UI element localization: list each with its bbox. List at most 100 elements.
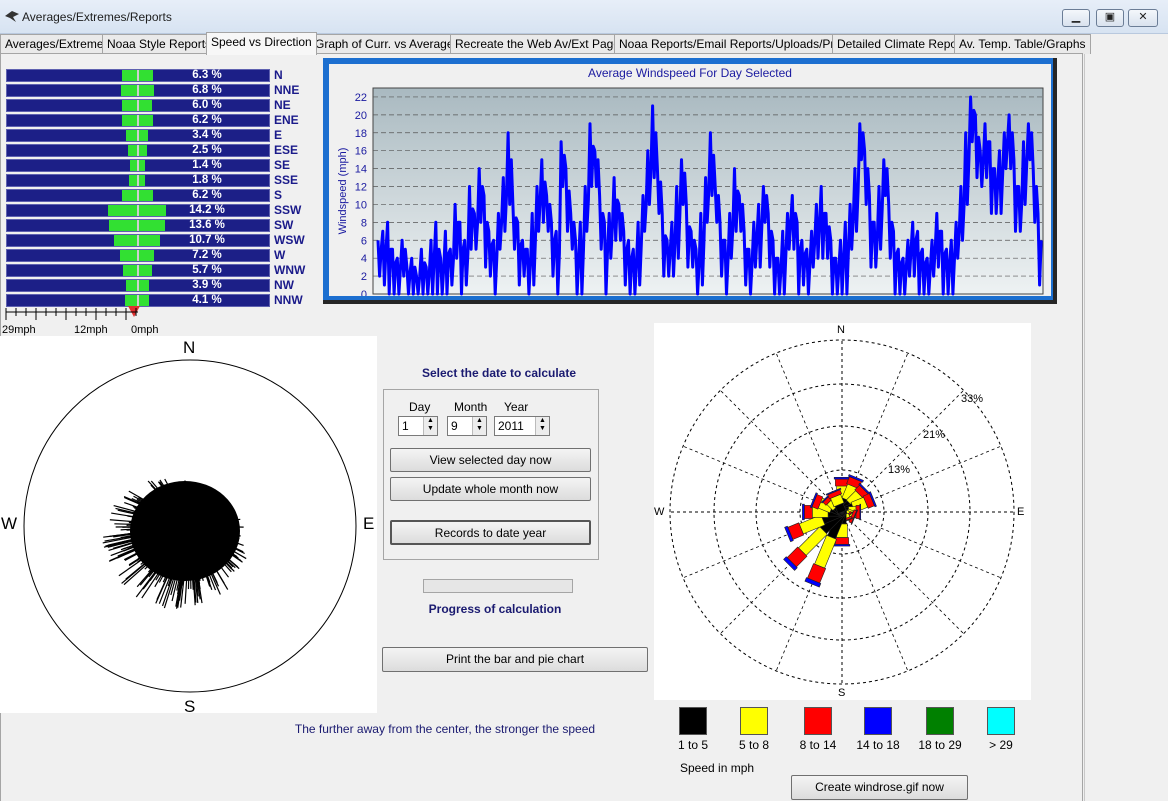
y-tick-label: 2	[361, 271, 367, 283]
direction-bar-center	[137, 145, 139, 156]
speed-scale-mid: 12mph	[74, 324, 108, 336]
progress-bar	[423, 579, 573, 593]
month-label: Month	[454, 400, 488, 414]
direction-bar-center	[137, 220, 139, 231]
print-chart-button[interactable]: Print the bar and pie chart	[382, 647, 648, 672]
y-tick-label: 4	[361, 253, 367, 265]
rose-petal-segment	[833, 477, 851, 480]
direction-bar-center	[137, 175, 139, 186]
tab-graph-curr-vs-averages[interactable]: Graph of Curr. vs Averages	[310, 34, 465, 54]
rose-ring-21: 21%	[923, 429, 946, 441]
direction-label: W	[274, 248, 286, 262]
direction-bar-center	[137, 70, 139, 81]
windspeed-line-chart: 0 2 4 6 8 10 12 14 16 18 20 22 Windspeed (mph)	[337, 87, 1044, 296]
direction-percent: 13.6 %	[189, 219, 225, 231]
day-spinner[interactable]: 1 ▲ ▼	[398, 416, 438, 436]
spinner-arrows-icon[interactable]: ▲ ▼	[535, 417, 549, 435]
direction-percent: 6.2 %	[192, 114, 222, 126]
year-label: Year	[504, 400, 529, 414]
direction-bar-row: 3.9 %	[6, 279, 270, 292]
direction-label: S	[274, 188, 283, 202]
direction-percent: 7.2 %	[192, 249, 222, 261]
y-tick-label: 16	[355, 146, 367, 158]
records-to-date-button[interactable]: Records to date year	[390, 520, 591, 545]
y-tick-label: 12	[355, 182, 367, 194]
direction-bar-center	[137, 205, 139, 216]
speed-scale-left: 29mph	[2, 324, 36, 336]
tab-av-temp-table[interactable]: Av. Temp. Table/Graphs	[954, 34, 1091, 54]
tab-noaa-reports-email[interactable]: Noaa Reports/Email Reports/Uploads/Print	[614, 34, 853, 54]
direction-label: NNE	[274, 83, 300, 97]
footer-note: The further away from the center, the st…	[294, 722, 596, 736]
direction-percent: 6.0 %	[192, 99, 222, 111]
rose-right-s: S	[838, 687, 846, 699]
direction-bar-row: 1.8 %	[6, 174, 270, 187]
direction-bar-row: 6.8 %	[6, 84, 270, 97]
month-spinner[interactable]: 9 ▲ ▼	[447, 416, 487, 436]
direction-label: SSW	[274, 203, 302, 217]
y-tick-label: 20	[355, 110, 367, 122]
legend-swatch	[987, 707, 1015, 735]
speed-scale-right: 0mph	[131, 324, 159, 336]
direction-percent: 6.8 %	[192, 84, 222, 96]
create-windrose-button[interactable]: Create windrose.gif now	[791, 775, 968, 800]
rose-petal-segment	[835, 478, 849, 487]
rose-left-n: N	[183, 338, 196, 357]
direction-bar-row: 6.2 %	[6, 114, 270, 127]
close-button[interactable]: ✕	[1128, 9, 1158, 27]
date-heading: Select the date to calculate	[421, 366, 577, 380]
direction-bar-row: 2.5 %	[6, 144, 270, 157]
wind-rose-scatter	[23, 359, 357, 693]
minimize-button[interactable]: ▁	[1062, 9, 1090, 27]
y-tick-label: 6	[361, 235, 367, 247]
spinner-arrows-icon[interactable]: ▲ ▼	[472, 417, 486, 435]
direction-percent: 4.1 %	[192, 294, 222, 306]
legend-label: > 29	[989, 738, 1013, 752]
direction-percent: 3.9 %	[192, 279, 222, 291]
rose-petal-segment	[802, 503, 805, 521]
direction-percent: 5.7 %	[192, 264, 222, 276]
direction-bar-center	[137, 100, 139, 111]
day-label: Day	[409, 400, 431, 414]
direction-percent: 2.5 %	[192, 144, 222, 156]
update-whole-month-button[interactable]: Update whole month now	[390, 477, 591, 501]
direction-label: NW	[274, 278, 294, 292]
direction-label: NNW	[274, 293, 303, 307]
direction-label: N	[274, 68, 283, 82]
spinner-arrows-icon[interactable]: ▲ ▼	[423, 417, 437, 435]
tab-speed-vs-direction[interactable]: Speed vs Direction	[206, 32, 317, 55]
rose-petal-segment	[833, 544, 851, 547]
rose-left-w: W	[1, 514, 18, 533]
restore-button[interactable]: ▣	[1096, 9, 1124, 27]
legend-label: 5 to 8	[738, 738, 770, 752]
chart-title: Average Windspeed For Day Selected	[588, 66, 792, 80]
title-bar: Averages/Extremes/Reports ▁ ▣ ✕	[0, 0, 1168, 34]
direction-label: SSE	[274, 173, 299, 187]
direction-bar-center	[137, 280, 139, 291]
tab-averages-extremes[interactable]: Averages/Extremes	[0, 34, 115, 54]
y-tick-label: 0	[361, 289, 367, 296]
direction-percent: 1.8 %	[192, 174, 222, 186]
rose-right-w: W	[654, 506, 665, 518]
direction-bar-row: 6.3 %	[6, 69, 270, 82]
rose-left-e: E	[363, 514, 375, 533]
direction-percent: 10.7 %	[189, 234, 225, 246]
rose-right-n: N	[837, 324, 845, 336]
tab-noaa-style-reports[interactable]: Noaa Style Reports	[102, 34, 217, 54]
legend-label: 14 to 18	[856, 738, 900, 752]
direction-bar-row: 3.4 %	[6, 129, 270, 142]
tab-detailed-climate-report[interactable]: Detailed Climate Report	[832, 34, 970, 54]
tab-recreate-web-page[interactable]: Recreate the Web Av/Ext Page	[450, 34, 625, 54]
speed-legend-title: Speed in mph	[680, 761, 755, 775]
direction-percent: 1.4 %	[192, 159, 222, 171]
y-tick-label: 10	[355, 199, 367, 211]
direction-label: SE	[274, 158, 291, 172]
rose-petal-segment	[835, 537, 849, 545]
direction-label: WNW	[274, 263, 306, 277]
window-title: Averages/Extremes/Reports	[22, 10, 172, 24]
direction-label: E	[274, 128, 283, 142]
legend-swatch	[679, 707, 707, 735]
direction-bar-center	[137, 265, 139, 276]
view-selected-day-button[interactable]: View selected day now	[390, 448, 591, 472]
year-spinner[interactable]: 2011 ▲ ▼	[494, 416, 550, 436]
